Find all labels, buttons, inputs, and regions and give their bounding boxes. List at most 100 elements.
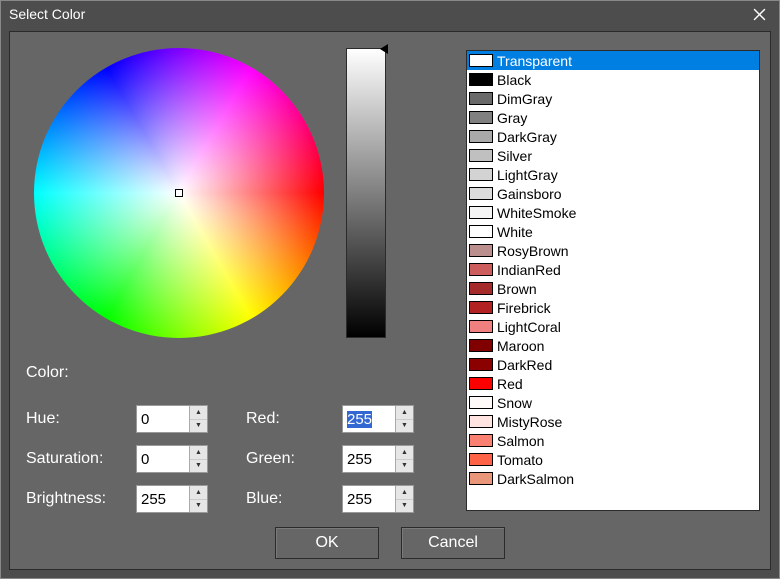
color-item-lightgray[interactable]: LightGray — [467, 165, 759, 184]
blue-up-button[interactable]: ▲ — [396, 486, 413, 500]
color-item-label: Snow — [497, 395, 532, 411]
color-item-rosybrown[interactable]: RosyBrown — [467, 241, 759, 260]
color-swatch-icon — [469, 415, 493, 428]
color-item-darkgray[interactable]: DarkGray — [467, 127, 759, 146]
color-item-silver[interactable]: Silver — [467, 146, 759, 165]
color-swatch-icon — [469, 472, 493, 485]
color-label: Color: — [26, 364, 446, 382]
color-item-label: MistyRose — [497, 414, 562, 430]
blue-stepper[interactable]: ▲▼ — [342, 485, 414, 513]
color-item-firebrick[interactable]: Firebrick — [467, 298, 759, 317]
color-item-transparent[interactable]: Transparent — [467, 51, 759, 70]
color-item-label: IndianRed — [497, 262, 561, 278]
color-swatch-icon — [469, 149, 493, 162]
color-item-darksalmon[interactable]: DarkSalmon — [467, 469, 759, 488]
color-swatch-icon — [469, 301, 493, 314]
color-item-black[interactable]: Black — [467, 70, 759, 89]
color-item-gainsboro[interactable]: Gainsboro — [467, 184, 759, 203]
saturation-down-button[interactable]: ▼ — [190, 460, 207, 473]
saturation-stepper[interactable]: ▲▼ — [136, 445, 208, 473]
color-item-label: Silver — [497, 148, 532, 164]
color-swatch-icon — [469, 73, 493, 86]
close-button[interactable] — [743, 3, 775, 25]
color-swatch-icon — [469, 396, 493, 409]
window-title: Select Color — [9, 6, 743, 22]
saturation-up-button[interactable]: ▲ — [190, 446, 207, 460]
color-item-label: LightGray — [497, 167, 558, 183]
red-input[interactable] — [343, 406, 395, 432]
red-stepper[interactable]: ▲▼ — [342, 405, 414, 433]
brightness-stepper[interactable]: ▲▼ — [136, 485, 208, 513]
color-item-label: Transparent — [497, 53, 572, 69]
color-item-dimgray[interactable]: DimGray — [467, 89, 759, 108]
color-item-darkred[interactable]: DarkRed — [467, 355, 759, 374]
color-item-label: White — [497, 224, 533, 240]
wheel-cursor-icon — [175, 189, 183, 197]
color-item-white[interactable]: White — [467, 222, 759, 241]
color-item-label: Gray — [497, 110, 527, 126]
color-item-maroon[interactable]: Maroon — [467, 336, 759, 355]
color-swatch-icon — [469, 92, 493, 105]
cancel-button[interactable]: Cancel — [401, 527, 505, 559]
green-input[interactable] — [343, 446, 395, 472]
color-swatch-icon — [469, 168, 493, 181]
saturation-input[interactable] — [137, 446, 189, 472]
color-item-label: RosyBrown — [497, 243, 569, 259]
color-swatch-icon — [469, 377, 493, 390]
color-swatch-icon — [469, 339, 493, 352]
green-label: Green: — [246, 450, 342, 468]
hue-input[interactable] — [137, 406, 189, 432]
green-up-button[interactable]: ▲ — [396, 446, 413, 460]
color-swatch-icon — [469, 358, 493, 371]
ok-button[interactable]: OK — [275, 527, 379, 559]
brightness-slider[interactable] — [346, 48, 386, 338]
brightness-input[interactable] — [137, 486, 189, 512]
color-item-mistyrose[interactable]: MistyRose — [467, 412, 759, 431]
green-stepper[interactable]: ▲▼ — [342, 445, 414, 473]
color-item-salmon[interactable]: Salmon — [467, 431, 759, 450]
color-item-label: Red — [497, 376, 523, 392]
blue-input[interactable] — [343, 486, 395, 512]
color-item-label: DarkSalmon — [497, 471, 574, 487]
color-swatch-icon — [469, 206, 493, 219]
color-item-indianred[interactable]: IndianRed — [467, 260, 759, 279]
color-item-label: WhiteSmoke — [497, 205, 576, 221]
color-item-label: Brown — [497, 281, 537, 297]
green-down-button[interactable]: ▼ — [396, 460, 413, 473]
color-item-lightcoral[interactable]: LightCoral — [467, 317, 759, 336]
color-swatch-icon — [469, 187, 493, 200]
color-item-label: Gainsboro — [497, 186, 562, 202]
color-item-brown[interactable]: Brown — [467, 279, 759, 298]
close-icon — [753, 8, 766, 21]
brightness-down-button[interactable]: ▼ — [190, 500, 207, 513]
color-swatch-icon — [469, 263, 493, 276]
color-item-tomato[interactable]: Tomato — [467, 450, 759, 469]
color-item-label: DarkRed — [497, 357, 552, 373]
color-listbox[interactable]: Transparent Black DimGray GrayDarkGray Silve… — [466, 50, 760, 511]
color-item-label: DimGray — [497, 91, 552, 107]
hue-stepper[interactable]: ▲▼ — [136, 405, 208, 433]
color-item-label: Tomato — [497, 452, 543, 468]
brightness-label: Brightness: — [26, 490, 136, 508]
color-item-whitesmoke[interactable]: WhiteSmoke — [467, 203, 759, 222]
color-swatch-icon — [469, 434, 493, 447]
hue-up-button[interactable]: ▲ — [190, 406, 207, 420]
hue-down-button[interactable]: ▼ — [190, 420, 207, 433]
color-item-label: Maroon — [497, 338, 544, 354]
color-swatch-icon — [469, 130, 493, 143]
red-down-button[interactable]: ▼ — [396, 420, 413, 433]
color-item-snow[interactable]: Snow — [467, 393, 759, 412]
color-swatch-icon — [469, 111, 493, 124]
color-item-label: Black — [497, 72, 531, 88]
saturation-label: Saturation: — [26, 450, 136, 468]
blue-label: Blue: — [246, 490, 342, 508]
color-item-label: Firebrick — [497, 300, 551, 316]
red-up-button[interactable]: ▲ — [396, 406, 413, 420]
color-item-label: Salmon — [497, 433, 544, 449]
color-item-gray[interactable]: Gray — [467, 108, 759, 127]
color-wheel[interactable] — [34, 48, 324, 338]
blue-down-button[interactable]: ▼ — [396, 500, 413, 513]
brightness-up-button[interactable]: ▲ — [190, 486, 207, 500]
red-label: Red: — [246, 410, 342, 428]
color-item-red[interactable]: Red — [467, 374, 759, 393]
